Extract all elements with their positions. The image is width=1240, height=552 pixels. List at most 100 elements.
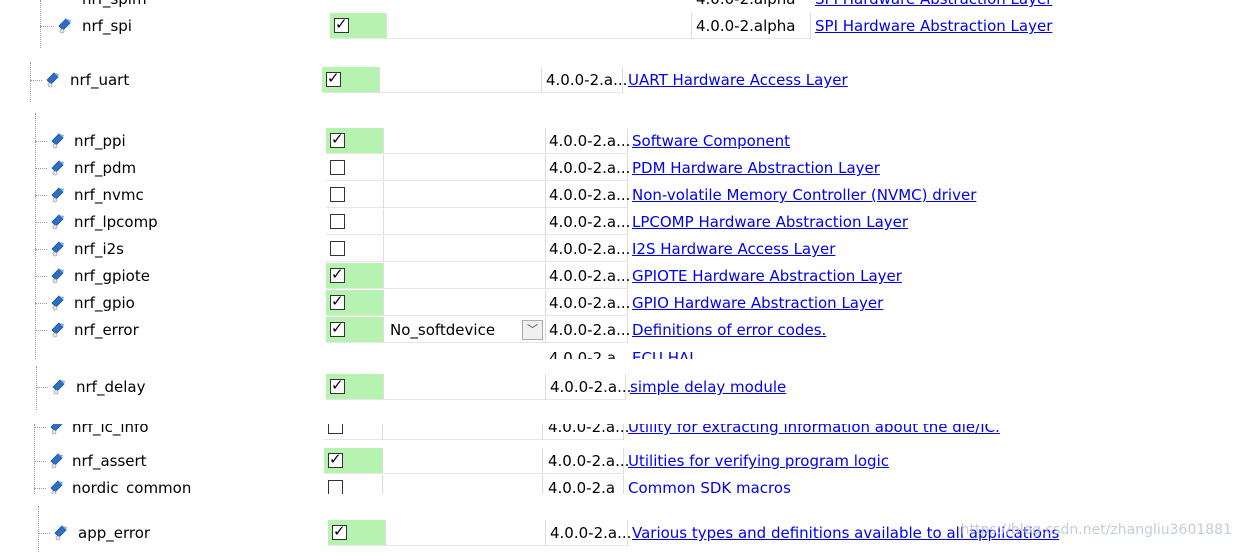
select-checkbox[interactable]: ✓: [332, 522, 347, 540]
component-name: nrf_uart: [70, 71, 130, 89]
select-checkbox[interactable]: [330, 214, 345, 229]
select-checkbox[interactable]: ✓: [334, 15, 349, 33]
segment-5: nrf_ic_info 4.0.0-2.a... Utility for ext…: [0, 424, 1240, 494]
component-description-link[interactable]: SPI Hardware Abstraction Layer: [815, 17, 1052, 35]
component-row[interactable]: nrf_ic_info 4.0.0-2.a... Utility for ext…: [0, 424, 1240, 441]
component-version: 4.0.0-2.a...: [549, 132, 631, 150]
tree-connector: [34, 461, 46, 463]
component-description-link[interactable]: Utilities for verifying program logic: [628, 452, 889, 470]
component-row[interactable]: nrf_uart ✓ 4.0.0-2.a... UART Hardware Ac…: [0, 62, 1240, 102]
component-name: nrf_spi: [82, 17, 132, 35]
select-checkbox[interactable]: ✓: [330, 130, 345, 148]
variant-cell: [383, 424, 543, 440]
component-description-link[interactable]: simple delay module: [630, 378, 786, 396]
component-row[interactable]: nrf_delay ✓ 4.0.0-2.a... simple delay mo…: [0, 366, 1240, 410]
select-checkbox[interactable]: [328, 424, 343, 434]
component-description-link[interactable]: Definitions of error codes.: [632, 321, 826, 339]
select-checkbox[interactable]: ✓: [326, 69, 341, 87]
component-name: nrf_delay: [76, 378, 146, 396]
variant-cell: [384, 290, 546, 316]
tree-connector: [34, 488, 46, 490]
component-row[interactable]: nordic_common 4.0.0-2.a Common SDK macro…: [0, 475, 1240, 494]
select-cell: [324, 424, 383, 440]
variant-cell: [384, 374, 546, 400]
component-description-link[interactable]: I2S Hardware Access Layer: [632, 240, 835, 258]
component-icon: [51, 241, 65, 257]
component-icon: [54, 525, 68, 541]
select-checkbox[interactable]: [330, 160, 345, 175]
select-cell: [326, 155, 384, 181]
chevron-down-icon[interactable]: ﹀: [522, 320, 543, 340]
version-cell: [692, 13, 811, 39]
select-checkbox[interactable]: ✓: [330, 376, 345, 394]
component-row[interactable]: nrf_lpcomp 4.0.0-2.a... LPCOMP Hardware Ab…: [0, 209, 1240, 236]
component-row[interactable]: nrf_error ✓ No_softdevice ﹀ 4.0.0-2.a... Defi…: [0, 317, 1240, 344]
component-description-link[interactable]: PDM Hardware Abstraction Layer: [632, 159, 880, 177]
tree-connector: [40, 26, 54, 28]
component-row[interactable]: nrf_gpio ✓ 4.0.0-2.a... GPIO Hardware Abstr…: [0, 290, 1240, 317]
component-description-link[interactable]: UART Hardware Access Layer: [628, 71, 848, 89]
variant-cell: [380, 67, 542, 93]
component-description-link[interactable]: GPIO Hardware Abstraction Layer: [632, 294, 883, 312]
tree-connector: [35, 141, 47, 143]
variant-cell: [386, 520, 546, 546]
component-row[interactable]: nrf_spi ✓ 4.0.0-2.alpha SPI Hardware Abs…: [0, 0, 1240, 48]
tree-connector: [34, 427, 46, 429]
segment-6: app_error ✓ 4.0.0-2.a... Various types a…: [0, 506, 1240, 552]
component-description-link[interactable]: Utility for extracting information about…: [628, 424, 1000, 436]
component-version: 4.0.0-2.a...: [549, 321, 631, 339]
variant-select-value[interactable]: No_softdevice: [390, 321, 495, 339]
watermark: https://blog.csdn.net/zhangliu3601881: [960, 522, 1232, 538]
component-version: 4.0.0-2.a...: [549, 267, 631, 285]
component-row[interactable]: nrf_nvmc 4.0.0-2.a... Non-volatile Memory …: [0, 182, 1240, 209]
component-version: 4.0.0-2.a...: [549, 240, 631, 258]
select-cell: ✓: [328, 520, 386, 546]
select-cell: [326, 209, 384, 235]
component-description-link[interactable]: LPCOMP Hardware Abstraction Layer: [632, 213, 908, 231]
variant-cell: [383, 448, 543, 474]
component-name: app_error: [78, 524, 151, 542]
select-checkbox[interactable]: [330, 187, 345, 202]
component-row[interactable]: nrf_ppi ✓ 4.0.0-2.a... Software Component: [0, 128, 1240, 155]
component-row[interactable]: nrf_gpiote ✓ 4.0.0-2.a... GPIOTE Hardware A…: [0, 263, 1240, 290]
component-version: 4.0.0-2.a: [548, 479, 616, 494]
component-name: nrf_gpiote: [74, 267, 150, 285]
component-row[interactable]: nrf_assert ✓ 4.0.0-2.a... Utilities for …: [0, 448, 1240, 475]
select-cell: ✓: [322, 67, 380, 93]
component-version: 4.0.0-2.a...: [550, 378, 632, 396]
select-cell: ✓: [326, 317, 384, 343]
tree-line: [38, 506, 40, 552]
component-description-link[interactable]: GPIOTE Hardware Abstraction Layer: [632, 267, 902, 285]
select-checkbox[interactable]: [328, 480, 343, 494]
select-cell: [326, 182, 384, 208]
partial-mid-desc[interactable]: ECU HAL: [632, 349, 698, 359]
variant-cell: No_softdevice ﹀: [384, 317, 546, 343]
component-name: nrf_assert: [72, 452, 147, 470]
component-row[interactable]: nrf_pdm 4.0.0-2.a... PDM Hardware Abstract…: [0, 155, 1240, 182]
tree-line: [40, 0, 42, 48]
tree-connector: [35, 249, 47, 251]
partial-top-desc[interactable]: SPI Hardware Abstraction Layer: [815, 0, 1052, 8]
component-icon: [51, 214, 65, 230]
tree-connector: [30, 80, 42, 82]
select-checkbox[interactable]: [330, 241, 345, 256]
variant-cell: [384, 263, 546, 289]
select-checkbox[interactable]: ✓: [330, 319, 345, 337]
variant-cell: [384, 236, 546, 262]
partial-row-mid: 4.0.0-2.a... ECU HAL: [0, 349, 1240, 359]
component-icon: [50, 480, 64, 494]
partial-top-version: 4.0.0-2.alpha: [696, 0, 795, 8]
select-checkbox[interactable]: ✓: [330, 265, 345, 283]
component-description-link[interactable]: Non-volatile Memory Controller (NVMC) dr…: [632, 186, 976, 204]
select-cell: [324, 475, 383, 494]
select-cell: ✓: [326, 128, 384, 154]
component-name: nrf_lpcomp: [74, 213, 158, 231]
component-description-link[interactable]: Software Component: [632, 132, 790, 150]
component-icon: [51, 133, 65, 149]
component-row[interactable]: nrf_i2s 4.0.0-2.a... I2S Hardware Access L…: [0, 236, 1240, 263]
select-cell: ✓: [326, 290, 384, 316]
select-cell: ✓: [326, 263, 384, 289]
component-description-link[interactable]: Common SDK macros: [628, 479, 791, 494]
select-checkbox[interactable]: ✓: [330, 292, 345, 310]
select-checkbox[interactable]: ✓: [328, 450, 343, 468]
